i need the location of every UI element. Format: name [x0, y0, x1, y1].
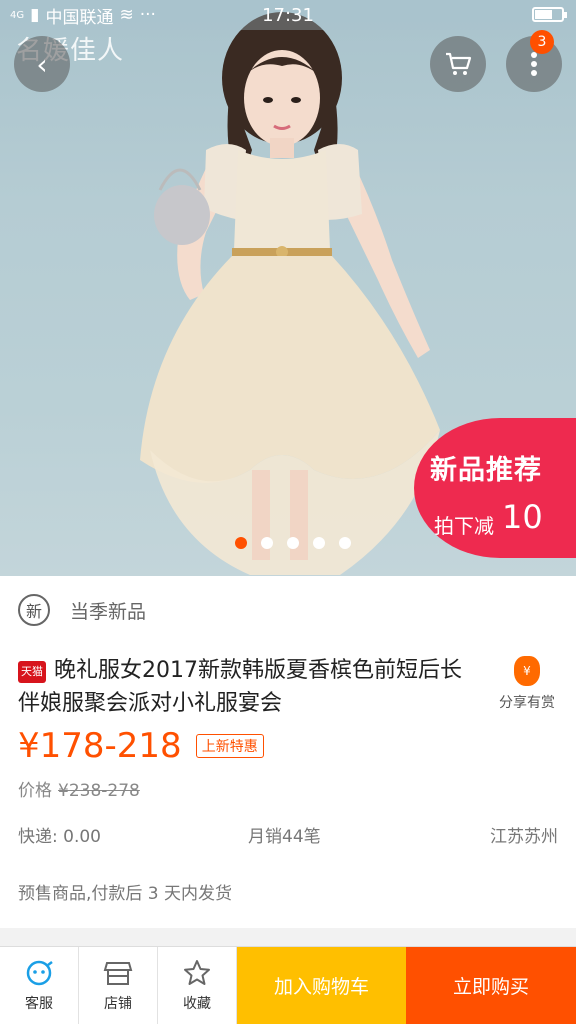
more-vertical-icon	[531, 52, 537, 76]
ship-location: 江苏苏州	[490, 827, 558, 847]
new-badge-icon: 新	[18, 594, 50, 626]
presale-note: 预售商品,付款后 3 天内发货	[18, 884, 233, 904]
product-detail-page: 4G ▮ 中国联通 ≋ ··· 17:31 名媛佳人 ‹ 3 新品推荐 拍下减 …	[0, 0, 576, 1024]
share-label: 分享有赏	[499, 695, 555, 711]
add-to-cart-button[interactable]: 加入购物车	[237, 947, 406, 1024]
product-info-panel: 新 当季新品 天猫 晚礼服女2017新款韩版夏香槟色前短后长伴娘服聚会派对小礼服宴…	[0, 576, 576, 928]
share-reward-button[interactable]: ¥ 分享有赏	[492, 656, 562, 712]
shipping-fee: 快递: 0.00	[18, 827, 101, 847]
promo-headline: 新品推荐	[430, 455, 542, 486]
cart-icon	[446, 52, 472, 75]
tmall-tag: 天猫	[18, 661, 46, 683]
more-menu-button[interactable]: 3	[506, 30, 562, 92]
back-button[interactable]: ‹	[14, 36, 70, 92]
buy-now-button[interactable]: 立即购买	[406, 947, 576, 1024]
money-bag-icon: ¥	[514, 656, 540, 686]
battery-icon	[532, 7, 567, 22]
original-price: ¥238-278	[58, 781, 140, 801]
favorite-label: 收藏	[183, 996, 211, 1012]
original-price-row: 价格 ¥238-278	[18, 776, 140, 801]
star-icon	[184, 960, 210, 985]
carousel-dot[interactable]	[313, 537, 325, 549]
status-time: 17:31	[262, 4, 314, 26]
store-icon	[103, 962, 133, 985]
new-season-label: 当季新品	[70, 600, 147, 623]
promo-discount-label: 拍下减	[434, 514, 494, 538]
status-bar: 4G ▮ 中国联通 ≋ ··· 17:31	[0, 0, 576, 30]
bottom-action-bar: 客服 店铺 收藏 加入购物车 立即购买	[0, 946, 576, 1024]
carousel-indicator	[0, 537, 576, 549]
store-tab[interactable]: 店铺	[79, 947, 158, 1024]
carousel-dot[interactable]	[339, 537, 351, 549]
favorite-tab[interactable]: 收藏	[158, 947, 237, 1024]
carousel-dot[interactable]	[235, 537, 247, 549]
product-title-text: 晚礼服女2017新款韩版夏香槟色前短后长伴娘服聚会派对小礼服宴会	[18, 658, 462, 716]
customer-service-tab[interactable]: 客服	[0, 947, 79, 1024]
notification-badge: 3	[530, 30, 554, 54]
price-row: ¥178-218 上新特惠	[18, 726, 264, 766]
original-price-label: 价格	[18, 781, 52, 801]
product-title: 天猫 晚礼服女2017新款韩版夏香槟色前短后长伴娘服聚会派对小礼服宴会	[18, 654, 478, 720]
carousel-dot[interactable]	[287, 537, 299, 549]
chevron-left-icon: ‹	[36, 47, 48, 81]
store-label: 店铺	[104, 996, 132, 1012]
promo-discount-amount: 10	[502, 498, 543, 536]
new-season-row[interactable]: 新 当季新品	[18, 594, 146, 626]
monthly-sales: 月销44笔	[248, 827, 321, 847]
customer-service-label: 客服	[25, 996, 53, 1012]
current-price: ¥178-218	[18, 726, 182, 766]
carousel-dot[interactable]	[261, 537, 273, 549]
chat-face-icon	[26, 960, 53, 986]
price-promo-tag: 上新特惠	[195, 734, 264, 758]
cart-button[interactable]	[430, 36, 486, 92]
